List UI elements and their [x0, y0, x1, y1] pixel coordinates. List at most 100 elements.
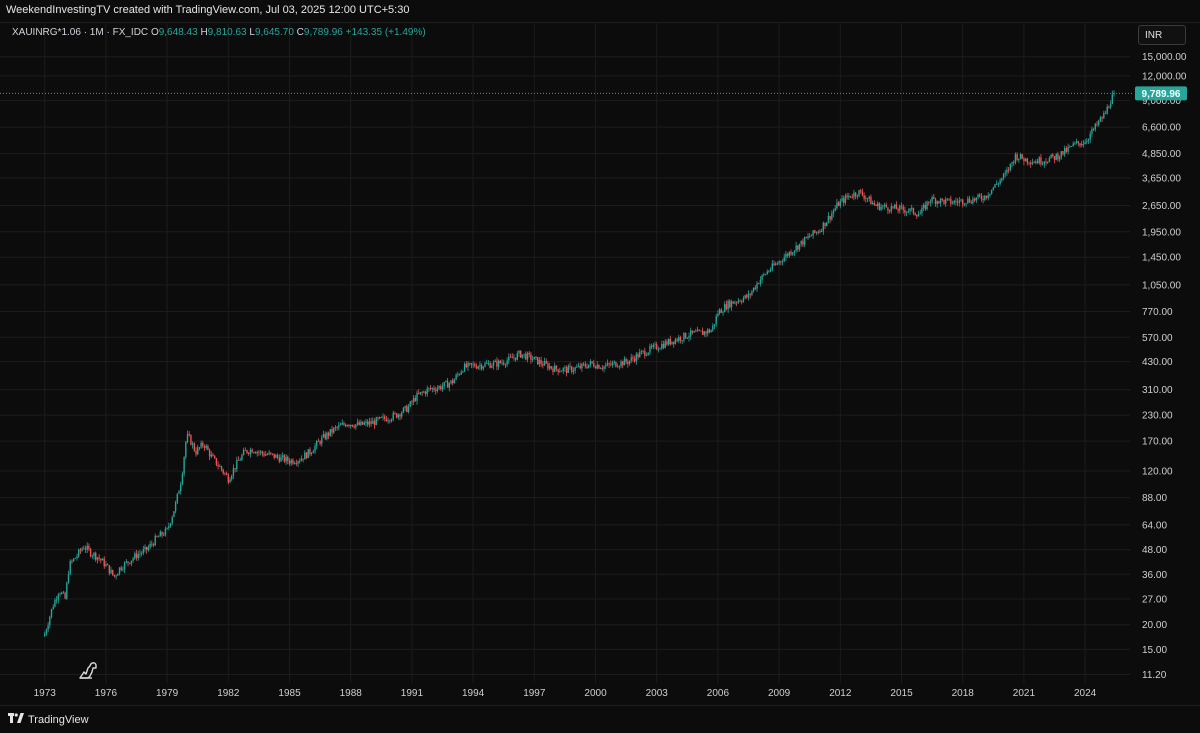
- price-tick-label: 15.00: [1142, 645, 1167, 656]
- candle-body: [878, 203, 881, 210]
- candle-body: [460, 371, 462, 375]
- chart-frame: WeekendInvestingTV created with TradingV…: [0, 0, 1200, 733]
- candle-body: [990, 189, 993, 194]
- candle-body: [950, 198, 952, 204]
- candle-body: [931, 197, 933, 202]
- candle-body: [183, 457, 185, 474]
- candle-body: [275, 455, 277, 458]
- candle-body: [747, 293, 750, 298]
- candle-body: [491, 365, 493, 368]
- candle-body: [756, 283, 758, 289]
- candle-body: [1031, 162, 1034, 164]
- candle-body: [1033, 162, 1035, 164]
- candle-body: [492, 362, 495, 366]
- candle-body: [438, 386, 440, 389]
- candle-body: [248, 453, 250, 454]
- price-tick-label: 3,650.00: [1142, 173, 1181, 184]
- candle-body: [683, 332, 685, 341]
- candle-body: [511, 356, 513, 359]
- candle-body: [261, 451, 264, 454]
- price-chart[interactable]: 15,000.0012,000.009,000.006,600.004,850.…: [0, 0, 1200, 732]
- candle-body: [554, 365, 556, 372]
- candle-body: [916, 214, 918, 217]
- candle-body: [897, 209, 899, 211]
- candle-body: [295, 463, 298, 464]
- candle-body: [297, 461, 299, 464]
- candle-body: [730, 301, 733, 308]
- candle-body: [178, 491, 180, 494]
- candle-body: [242, 449, 245, 455]
- candle-body: [783, 257, 785, 262]
- time-tick-label: 1973: [34, 688, 57, 699]
- candle-body: [933, 197, 935, 199]
- candle-body: [708, 329, 711, 333]
- candle-body: [166, 527, 168, 529]
- candle-body: [57, 594, 60, 600]
- candle-body: [151, 543, 153, 545]
- candle-body: [849, 195, 852, 198]
- candle-body: [853, 192, 855, 198]
- candle-body: [1013, 162, 1015, 163]
- candle-body: [667, 338, 670, 345]
- candle-body: [637, 354, 639, 358]
- candle-body: [724, 304, 726, 313]
- price-tick-label: 1,450.00: [1142, 253, 1181, 264]
- candle-body: [928, 201, 930, 203]
- candle-body: [474, 364, 476, 367]
- candle-body: [487, 363, 490, 365]
- candle-body: [108, 565, 111, 574]
- candle-body: [1060, 151, 1063, 157]
- candle-body: [452, 380, 454, 384]
- candle-body: [997, 183, 1000, 185]
- candle-body: [846, 195, 848, 198]
- candle-body: [599, 368, 602, 370]
- candle-body: [282, 455, 284, 457]
- candle-body: [198, 447, 201, 449]
- candle-body: [316, 441, 318, 446]
- candle-body: [339, 424, 342, 426]
- price-tick-label: 20.00: [1142, 620, 1167, 631]
- candle-body: [967, 198, 969, 204]
- candle-body: [191, 443, 194, 445]
- candle-body: [224, 473, 226, 474]
- currency-button[interactable]: INR: [1138, 25, 1186, 45]
- candle-body: [962, 199, 964, 205]
- candle-body: [309, 449, 311, 454]
- candle-body: [1004, 172, 1006, 175]
- candle-body: [450, 380, 452, 384]
- candle-body: [314, 445, 316, 452]
- candle-body: [528, 352, 530, 355]
- candle-body: [475, 366, 478, 369]
- candle-body: [280, 456, 282, 462]
- symbol-legend[interactable]: XAUINRG*1.06 · 1M · FX_IDC O9,648.43 H9,…: [12, 27, 426, 38]
- candle-body: [1024, 158, 1027, 162]
- candle-body: [1041, 163, 1044, 165]
- time-tick-label: 1988: [340, 688, 363, 699]
- candle-body: [868, 196, 870, 199]
- tradingview-brand[interactable]: TradingView: [8, 713, 89, 726]
- candle-body: [424, 391, 427, 394]
- candle-body: [999, 180, 1001, 184]
- candle-body: [501, 362, 503, 364]
- candle-body: [479, 364, 481, 367]
- candle-body: [137, 554, 139, 559]
- candle-body: [739, 300, 741, 302]
- price-tick-label: 1,050.00: [1142, 280, 1181, 291]
- candle-body: [625, 358, 627, 362]
- candle-body: [265, 454, 267, 456]
- candle-body: [790, 251, 792, 255]
- candle-body: [552, 368, 554, 372]
- candle-body: [44, 633, 46, 637]
- candle-body: [698, 329, 700, 331]
- candle-body: [633, 358, 636, 362]
- candle-body: [327, 432, 330, 436]
- candle-body: [469, 362, 471, 364]
- candle-body: [93, 552, 95, 556]
- price-axis: 15,000.0012,000.009,000.006,600.004,850.…: [1142, 52, 1187, 681]
- candle-body: [720, 309, 723, 313]
- candle-body: [1001, 178, 1003, 181]
- candle-body: [984, 195, 986, 201]
- candle-body: [965, 203, 967, 205]
- candle-body: [535, 356, 537, 358]
- candle-body: [217, 465, 219, 467]
